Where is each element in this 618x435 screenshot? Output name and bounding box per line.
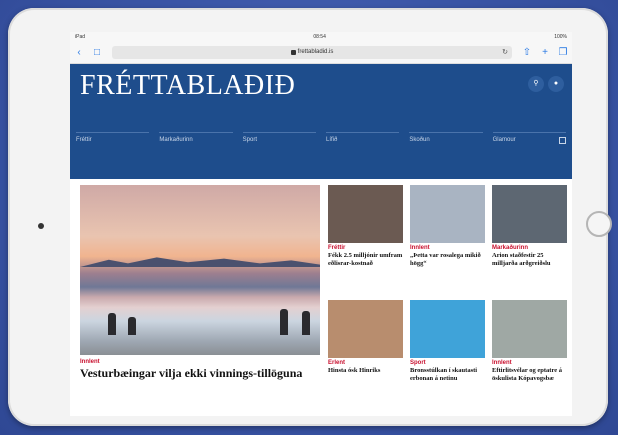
site-logo[interactable]: FRÉTTABLAÐIÐ <box>80 70 295 102</box>
article-category[interactable]: Erlent <box>328 360 403 366</box>
nav-item-frettir[interactable]: Fréttir <box>76 132 150 143</box>
article-card[interactable]: Innlent „Þetta var rosalega mikið högg“ <box>410 185 485 267</box>
article-thumbnail <box>492 185 567 243</box>
hero-category[interactable]: Innlent <box>80 359 320 365</box>
bookmarks-icon[interactable]: □ <box>88 47 106 58</box>
mountain-silhouette <box>80 257 320 267</box>
article-headline[interactable]: Eftirlitsvélar og eptatre á öskulista Kó… <box>492 367 567 382</box>
article-category[interactable]: Sport <box>410 360 485 366</box>
article-thumbnail <box>492 300 567 358</box>
article-thumbnail <box>328 185 403 243</box>
url-text: frettabladid.is <box>297 49 334 55</box>
article-card[interactable]: Markaðurinn Arion staðfestir 25 milljarð… <box>492 185 567 267</box>
safari-toolbar: ‹ □ frettabladid.is ↻ ⇧ + ❐ <box>70 41 572 64</box>
more-menu-icon[interactable] <box>558 137 566 144</box>
article-card[interactable]: Fréttir Fékk 2.5 milljónir umfram eðlisr… <box>328 185 403 267</box>
clock: 08:54 <box>313 33 326 40</box>
article-thumbnail <box>410 300 485 358</box>
nav-item-glamour[interactable]: Glamour <box>492 132 566 144</box>
person-figure <box>128 317 136 335</box>
article-headline[interactable]: Hinsta ósk Hinriks <box>328 367 403 375</box>
ipad-device: iPad 08:54 100% ‹ □ frettabladid.is ↻ ⇧ … <box>8 8 612 426</box>
nav-item-skodun[interactable]: Skoðun <box>409 132 483 143</box>
battery-label: 100% <box>554 33 567 40</box>
article-headline[interactable]: Bronsstúlkan í skautasti erbonan á netin… <box>410 367 485 382</box>
hero-article[interactable]: Innlent Vesturbæingar vilja ekki vinning… <box>80 185 320 380</box>
main-nav: Fréttir Markaðurinn Sport Lífið Skoðun G… <box>76 132 566 144</box>
article-headline[interactable]: Fékk 2.5 milljónir umfram eðlisrar-kostn… <box>328 252 403 267</box>
article-headline[interactable]: Arion staðfestir 25 milljarða arðgreiðsl… <box>492 252 567 267</box>
ipad-screen: iPad 08:54 100% ‹ □ frettabladid.is ↻ ⇧ … <box>70 32 572 416</box>
article-card[interactable]: Erlent Hinsta ósk Hinriks <box>328 300 403 375</box>
front-camera <box>38 223 44 229</box>
search-icon[interactable]: ⚲ <box>528 76 544 92</box>
carrier-label: iPad <box>75 33 86 40</box>
article-card[interactable]: Sport Bronsstúlkan í skautasti erbonan á… <box>410 300 485 382</box>
person-figure <box>302 311 310 335</box>
back-arrow-icon[interactable]: ‹ <box>70 47 88 58</box>
article-category[interactable]: Innlent <box>492 360 567 366</box>
reload-icon[interactable]: ↻ <box>502 48 508 56</box>
article-category[interactable]: Markaðurinn <box>492 245 567 251</box>
nav-item-markadurinn[interactable]: Markaðurinn <box>159 132 233 143</box>
share-icon[interactable]: ⇧ <box>518 47 536 58</box>
article-category[interactable]: Fréttir <box>328 245 403 251</box>
lock-icon <box>290 49 296 55</box>
home-button[interactable] <box>586 211 612 237</box>
article-headline[interactable]: „Þetta var rosalega mikið högg“ <box>410 252 485 267</box>
nav-item-lifid[interactable]: Lífið <box>325 132 400 143</box>
article-thumbnail <box>410 185 485 243</box>
article-card[interactable]: Innlent Eftirlitsvélar og eptatre á ösku… <box>492 300 567 382</box>
address-bar[interactable]: frettabladid.is ↻ <box>112 45 512 59</box>
tabs-icon[interactable]: ❐ <box>554 47 572 58</box>
nav-item-glamour-label: Glamour <box>492 137 516 143</box>
person-figure <box>280 309 288 335</box>
article-category[interactable]: Innlent <box>410 245 485 251</box>
nav-item-sport[interactable]: Sport <box>242 132 316 143</box>
new-tab-icon[interactable]: + <box>536 47 554 58</box>
article-thumbnail <box>328 300 403 358</box>
hero-headline[interactable]: Vesturbæingar vilja ekki vinnings-tillög… <box>80 366 320 380</box>
user-icon[interactable]: ● <box>548 76 564 92</box>
status-bar: iPad 08:54 100% <box>70 32 572 41</box>
hero-image <box>80 185 320 355</box>
news-grid: Innlent Vesturbæingar vilja ekki vinning… <box>70 179 572 416</box>
person-figure <box>108 313 116 335</box>
site-header: FRÉTTABLAÐIÐ ⚲ ● Fréttir Markaðurinn Spo… <box>70 64 572 180</box>
